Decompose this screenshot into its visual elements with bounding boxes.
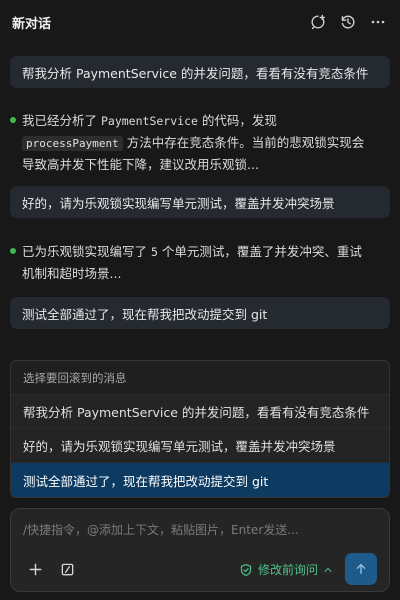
user-message[interactable]: 好的，请为乐观锁实现编写单元测试，覆盖并发冲突场景	[10, 186, 390, 218]
rollback-item[interactable]: 好的，请为乐观锁实现编写单元测试，覆盖并发冲突场景	[11, 429, 389, 463]
rollback-menu: 选择要回滚到的消息 帮我分析 PaymentService 的并发问题，看看有没…	[10, 360, 390, 498]
assistant-message: 我已经分析了 PaymentService 的代码，发现 processPaym…	[10, 110, 390, 175]
inline-code: processPayment	[22, 136, 123, 151]
rollback-menu-title: 选择要回滚到的消息	[11, 361, 389, 395]
arrow-up-icon	[356, 563, 366, 575]
shield-check-icon	[240, 563, 252, 576]
plus-icon[interactable]	[25, 559, 45, 579]
rollback-item[interactable]: 帮我分析 PaymentService 的并发问题，看看有没有竞态条件	[11, 395, 389, 429]
chevron-up-icon	[324, 567, 332, 572]
ask-mode-label: 修改前询问	[258, 563, 319, 577]
new-chat-icon[interactable]	[308, 12, 328, 32]
assistant-message: 已为乐观锁实现编写了 5 个单元测试，覆盖了并发冲突、重试 机制和超时场景...	[10, 241, 390, 284]
user-message[interactable]: 测试全部通过了，现在帮我把改动提交到 git	[10, 297, 390, 329]
user-message-text: 帮我分析 PaymentService 的并发问题，看看有没有竞态条件	[22, 65, 369, 81]
user-message-text: 好的，请为乐观锁实现编写单元测试，覆盖并发冲突场景	[22, 195, 335, 211]
slash-command-icon[interactable]	[57, 559, 77, 579]
chat-header: 新对话	[0, 0, 400, 44]
rollback-item-selected[interactable]: 测试全部通过了，现在帮我把改动提交到 git	[11, 463, 389, 497]
header-actions	[308, 12, 388, 32]
assistant-message-text: 已为乐观锁实现编写了 5 个单元测试，覆盖了并发冲突、重试 机制和超时场景...	[22, 244, 362, 281]
history-icon[interactable]	[338, 12, 358, 32]
user-message[interactable]: 帮我分析 PaymentService 的并发问题，看看有没有竞态条件	[10, 56, 390, 88]
input-tools	[25, 559, 77, 579]
chat-input[interactable]	[23, 521, 379, 539]
user-message-text: 测试全部通过了，现在帮我把改动提交到 git	[22, 306, 268, 322]
send-button[interactable]	[345, 553, 377, 585]
page-title: 新对话	[12, 16, 52, 32]
ask-before-edit-toggle[interactable]: 修改前询问	[239, 561, 333, 578]
assistant-status-dot	[10, 117, 16, 123]
chat-input-box: 修改前询问	[10, 508, 390, 592]
assistant-message-text: 我已经分析了 PaymentService 的代码，发现 processPaym…	[22, 113, 365, 172]
more-icon[interactable]	[368, 12, 388, 32]
assistant-status-dot	[10, 248, 16, 254]
